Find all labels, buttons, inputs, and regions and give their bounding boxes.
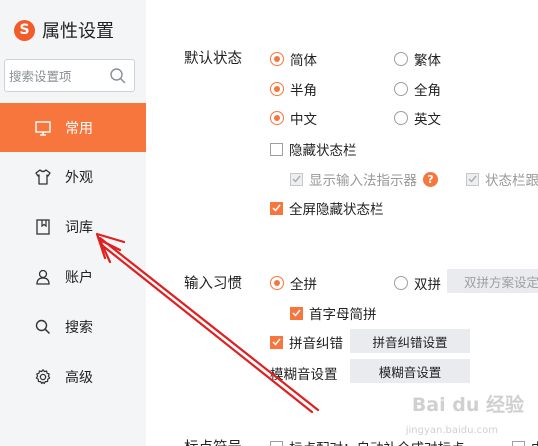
checkbox-fullscreen-hide[interactable] [270,201,283,215]
fuzzy-pinyin-settings-button[interactable]: 模糊音设置 [350,359,470,383]
option-simplified[interactable]: 简体 [270,49,317,69]
double-pinyin-scheme-button[interactable]: 双拼方案设定 [447,269,538,293]
radio-double-pinyin[interactable] [394,276,408,290]
option-double-pinyin[interactable]: 双拼 [394,273,441,293]
option-chinese[interactable]: 中文 [270,108,317,128]
pinyin-correction-settings-button[interactable]: 拼音纠错设置 [350,329,470,353]
sidebar-item-label: 常用 [65,120,93,137]
search-icon [34,318,52,336]
option-full-width[interactable]: 全角 [394,79,441,99]
option-punct-auto-pair[interactable]: 标点配对：自动补全成对标点 [270,437,465,446]
title-bar: S 属性设置 [14,17,114,43]
section-title-input-habit: 输入习惯 [184,276,242,292]
dictionary-icon [34,218,52,236]
checkbox-punct-partial[interactable] [512,440,525,446]
sidebar-item-label: 词库 [65,219,93,236]
option-traditional[interactable]: 繁体 [394,49,441,69]
radio-full-pinyin[interactable] [270,276,284,290]
radio-english[interactable] [394,111,408,125]
option-english[interactable]: 英文 [394,108,441,128]
sidebar-item-label: 账户 [65,269,93,286]
shirt-icon [34,168,52,186]
option-status-bar-follow[interactable]: 状态栏跟 [466,169,538,189]
sidebar: S 属性设置 常用 外观 词库 账户 搜 [0,0,146,446]
option-hide-status-bar[interactable]: 隐藏状态栏 [270,139,357,159]
search-icon[interactable] [109,67,127,85]
radio-full-width[interactable] [394,82,408,96]
sidebar-item-general[interactable]: 常用 [0,103,146,152]
sidebar-item-advanced[interactable]: 高级 [0,352,146,401]
option-punct-partial[interactable]: 中 [512,437,538,446]
radio-half-width[interactable] [270,82,284,96]
monitor-icon [34,119,52,137]
checkbox-punct-auto-pair[interactable] [270,440,283,446]
checkbox-status-bar-follow[interactable] [466,172,479,186]
section-title-default-state: 默认状态 [184,51,242,67]
app-title: 属性设置 [42,21,114,42]
section-title-punctuation: 标点符号 [184,436,242,446]
radio-traditional[interactable] [394,52,408,66]
gear-icon [34,368,52,386]
sidebar-item-account[interactable]: 账户 [0,252,146,301]
settings-content: 默认状态 简体 繁体 半角 全角 中文 英文 隐藏状态栏 显示输入法指示器 ? … [146,0,538,446]
checkbox-initial-abbrev[interactable] [290,306,303,320]
radio-simplified[interactable] [270,52,284,66]
sidebar-item-label: 搜索 [65,319,93,336]
option-fullscreen-hide[interactable]: 全屏隐藏状态栏 [270,198,384,218]
sidebar-item-dictionary[interactable]: 词库 [0,202,146,251]
sidebar-item-label: 外观 [65,169,93,186]
option-full-pinyin[interactable]: 全拼 [270,273,317,293]
user-icon [34,268,52,286]
baidu-watermark-url: jingyan.baidu.com [405,425,498,436]
sidebar-item-label: 高级 [65,369,93,386]
baidu-watermark: Bai du 经验 [411,394,524,416]
checkbox-show-ime-indicator[interactable] [290,172,303,186]
search-box[interactable] [4,59,135,92]
sogou-logo-icon: S [14,19,35,41]
option-show-ime-indicator[interactable]: 显示输入法指示器 ? [290,169,438,189]
help-icon[interactable]: ? [423,171,438,187]
option-initial-abbrev[interactable]: 首字母简拼 [290,303,377,323]
sidebar-item-appearance[interactable]: 外观 [0,152,146,201]
fuzzy-pinyin-label: 模糊音设置 [270,367,338,383]
sidebar-item-search[interactable]: 搜索 [0,302,146,351]
option-half-width[interactable]: 半角 [270,79,317,99]
radio-chinese[interactable] [270,111,284,125]
option-pinyin-correction[interactable]: 拼音纠错 [270,332,343,352]
checkbox-pinyin-correction[interactable] [270,335,283,349]
search-input[interactable] [9,66,109,86]
checkbox-hide-status-bar[interactable] [270,142,283,156]
